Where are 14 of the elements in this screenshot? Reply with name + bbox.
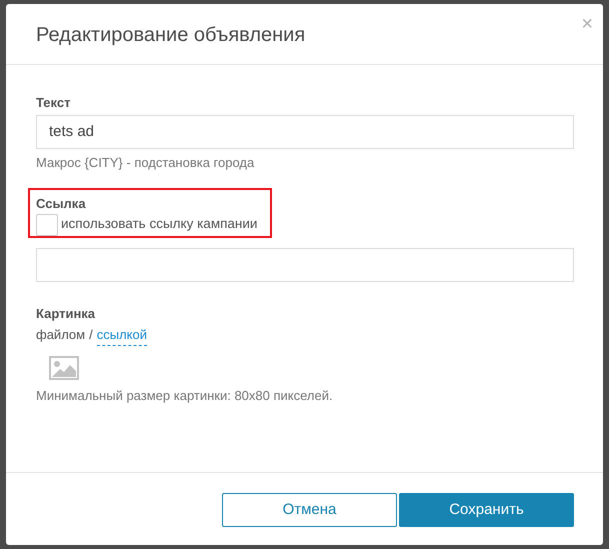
dialog-title: Редактирование объявления [36, 23, 306, 48]
field-label: Ссылка [36, 195, 87, 213]
text-input[interactable]: tets ad [36, 114, 574, 148]
hint-text: Минимальный размер картинки: 80x80 пикселей. [36, 386, 334, 405]
close-button[interactable]: × [581, 14, 593, 34]
field-label: Картинка [36, 304, 96, 323]
save-button[interactable]: Сохранить [399, 493, 574, 527]
separator-text: / [89, 326, 93, 344]
checkbox-label: использовать ссылку кампании [61, 215, 258, 234]
cancel-button[interactable]: Отмена [222, 493, 397, 527]
hint-text: Макрос {CITY} - подстановка города [36, 154, 256, 172]
source-link[interactable]: ссылкой [96, 325, 147, 346]
field-label: Текст [36, 94, 72, 112]
source-option[interactable]: файлом [36, 325, 86, 346]
